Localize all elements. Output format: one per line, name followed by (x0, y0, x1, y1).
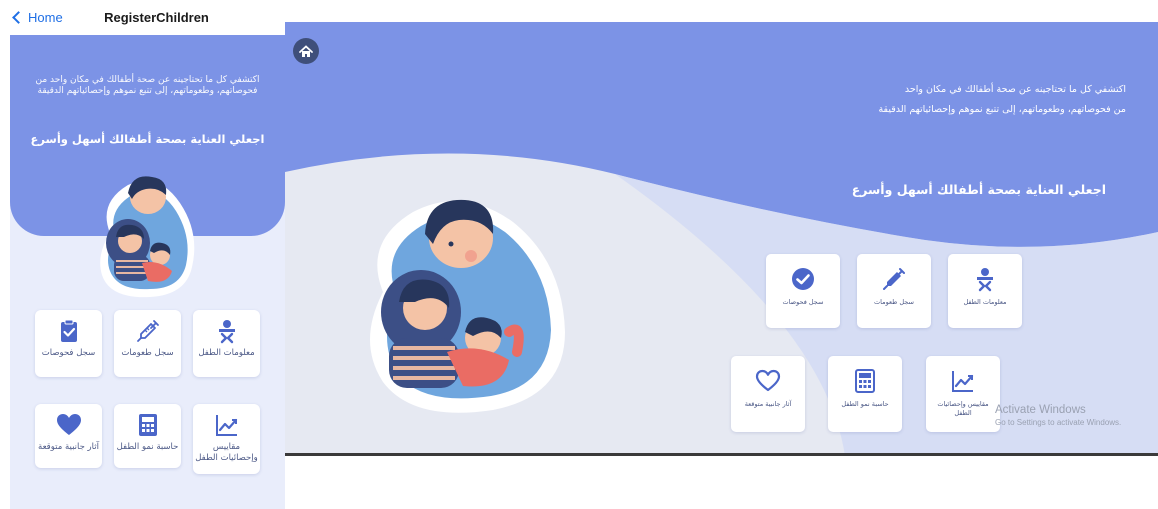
home-button[interactable] (293, 38, 319, 64)
tile-label: سجل طعومات (121, 348, 174, 358)
tile-side-effects[interactable]: آثار جانبية متوقعة (35, 404, 102, 468)
tile-child-stats[interactable]: مقاييس وإحصائيات الطفل (926, 356, 1000, 432)
chart-line-icon (215, 415, 237, 436)
watermark-title: Activate Windows (995, 404, 1086, 416)
tile-vaccines[interactable]: سجل طعومات (857, 254, 931, 328)
check-circle-icon (792, 268, 814, 290)
hero-tagline-line2: من فحوصاتهم، وطعوماتهم، إلى تتبع نموهم و… (878, 104, 1126, 115)
tile-label: مقاييس وإحصائيات الطفل (195, 442, 258, 463)
tile-label: حاسبة نمو الطفل (116, 442, 179, 452)
phone-content: اكتشفي كل ما تحتاجينه عن صحة أطفالك في م… (10, 35, 285, 509)
clipboard-check-icon (60, 319, 77, 342)
tile-child-info[interactable]: معلومات الطفل (193, 310, 260, 377)
tile-label: سجل طعومات (874, 298, 914, 306)
syringe-icon (136, 320, 159, 342)
calculator-icon (855, 369, 875, 393)
mobile-screen: Home RegisterChildren اكتشفي كل ما تحتاج… (8, 5, 285, 509)
calculator-icon (138, 414, 157, 436)
heart-icon (56, 414, 81, 435)
tile-growth-calculator[interactable]: حاسبة نمو الطفل (828, 356, 902, 432)
tile-label: سجل فحوصات (41, 348, 96, 358)
hero-tagline-line1: اكتشفي كل ما تحتاجينه عن صحة أطفالك في م… (904, 84, 1126, 95)
baby-icon (977, 268, 993, 292)
chart-line-icon (952, 371, 974, 392)
family-illustration (100, 176, 195, 298)
page-title: RegisterChildren (104, 10, 209, 25)
family-illustration (370, 199, 565, 413)
tile-vaccines[interactable]: سجل طعومات (114, 310, 181, 377)
watermark-subtitle: Go to Settings to activate Windows. (995, 418, 1122, 427)
window-bottom-edge (285, 453, 1158, 456)
tile-label: معلومات الطفل (963, 298, 1007, 306)
activate-windows-watermark: Activate Windows Go to Settings to activ… (995, 404, 1121, 427)
tile-label: سجل فحوصات (782, 298, 824, 306)
home-icon (299, 44, 313, 57)
desktop-screen: اكتشفي كل ما تحتاجينه عن صحة أطفالك في م… (285, 22, 1158, 456)
hero-tagline: اكتشفي كل ما تحتاجينه عن صحة أطفالك في م… (786, 80, 1126, 120)
syringe-icon (883, 268, 905, 290)
tile-checkups[interactable]: سجل فحوصات (35, 310, 102, 377)
tile-child-stats[interactable]: مقاييس وإحصائيات الطفل (193, 404, 260, 474)
tile-side-effects[interactable]: آثار جانبية متوقعة (731, 356, 805, 432)
tile-label: آثار جانبية متوقعة (38, 442, 99, 452)
hero-headline: اجعلي العناية بصحة أطفالك أسهل وأسرع (30, 132, 265, 146)
tile-checkups[interactable]: سجل فحوصات (766, 254, 840, 328)
tile-label: مقاييس وإحصائيات الطفل (937, 400, 989, 417)
baby-icon (218, 320, 235, 344)
tile-growth-calculator[interactable]: حاسبة نمو الطفل (114, 404, 181, 468)
tile-label: معلومات الطفل (198, 348, 255, 358)
hero-headline: اجعلي العناية بصحة أطفالك أسهل وأسرع (851, 182, 1106, 197)
heart-outline-icon (755, 369, 781, 392)
tile-child-info[interactable]: معلومات الطفل (948, 254, 1022, 328)
tile-label: آثار جانبية متوقعة (744, 400, 792, 408)
navigation-bar: Home RegisterChildren (8, 5, 285, 33)
hero-tagline: اكتشفي كل ما تحتاجينه عن صحة أطفالك في م… (35, 75, 260, 96)
tile-label: حاسبة نمو الطفل (841, 400, 889, 408)
